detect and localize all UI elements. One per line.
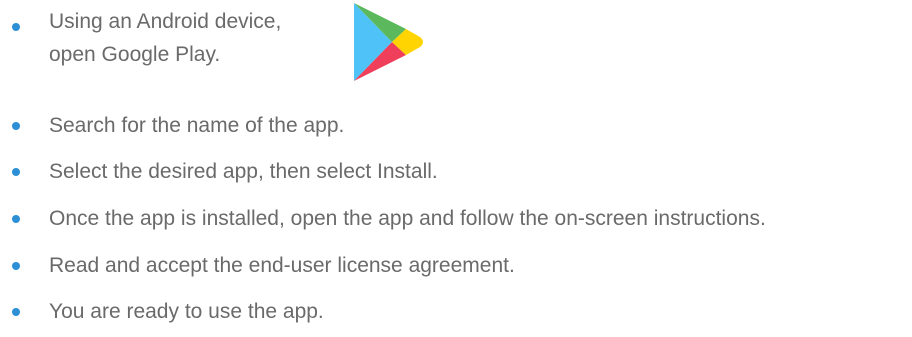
step-text: Once the app is installed, open the app …: [49, 207, 766, 230]
step-text: Using an Android device, open Google Pla…: [49, 5, 281, 71]
bullet-marker: [12, 215, 20, 223]
step-text: Search for the name of the app.: [49, 114, 345, 137]
step-text: Select the desired app, then select Inst…: [49, 160, 438, 183]
installation-steps-list: Using an Android device, open Google Pla…: [0, 0, 912, 337]
step-text: Read and accept the end-user license agr…: [49, 254, 515, 277]
bullet-marker: [12, 262, 20, 270]
bullet-marker: [12, 308, 20, 316]
bullet-marker: [12, 122, 20, 130]
bullet-marker: [12, 23, 20, 31]
step-text: You are ready to use the app.: [49, 300, 324, 323]
google-play-icon: [354, 3, 423, 81]
step-text-line-2: open Google Play.: [49, 43, 221, 66]
bullet-marker: [12, 168, 20, 176]
step-text-line-1: Using an Android device,: [49, 10, 282, 33]
